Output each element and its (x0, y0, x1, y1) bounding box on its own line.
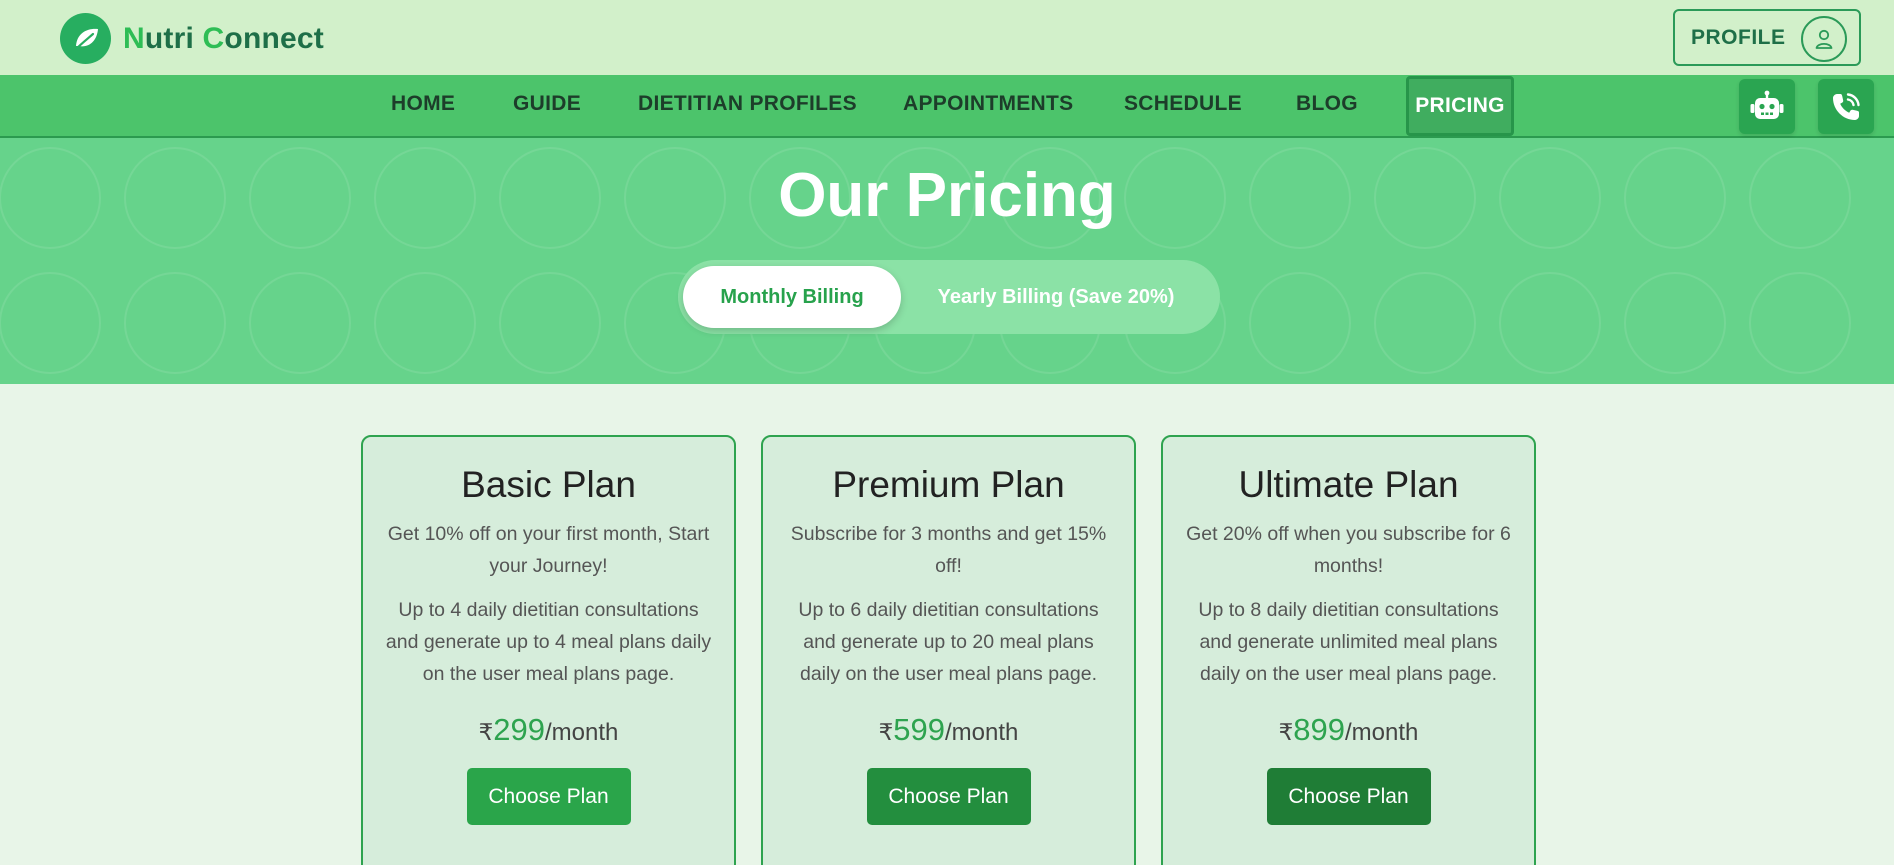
plan-promo: Get 20% off when you subscribe for 6 mon… (1186, 523, 1511, 577)
plan-name: Ultimate Plan (1238, 464, 1459, 505)
plan-promo: Subscribe for 3 months and get 15% off! (790, 523, 1107, 577)
pricing-hero: Our Pricing Monthly Billing Yearly Billi… (0, 138, 1894, 384)
nav-pricing[interactable]: PRICING (1406, 76, 1514, 136)
price-period: /month (545, 719, 619, 746)
currency-symbol: ₹ (1278, 719, 1294, 745)
user-icon (1801, 16, 1847, 62)
price-period: /month (1345, 719, 1419, 746)
monthly-billing-option[interactable]: Monthly Billing (683, 266, 901, 328)
leaf-icon (60, 13, 111, 64)
profile-label: PROFILE (1691, 25, 1786, 49)
brand-initial-n: N (123, 21, 145, 55)
nav-appointments[interactable]: APPOINTMENTS (903, 92, 1073, 116)
nav-dietitian-profiles[interactable]: DIETITIAN PROFILES (638, 92, 857, 116)
currency-symbol: ₹ (878, 719, 894, 745)
choose-plan-button[interactable]: Choose Plan (1266, 768, 1431, 825)
choose-plan-button[interactable]: Choose Plan (866, 768, 1031, 825)
profile-button[interactable]: PROFILE (1673, 9, 1861, 66)
nav-schedule[interactable]: SCHEDULE (1124, 92, 1242, 116)
price-amount: 299 (493, 712, 545, 747)
brand-word-1: utri (144, 21, 203, 55)
currency-symbol: ₹ (478, 719, 494, 745)
nav-home[interactable]: HOME (391, 92, 455, 116)
plan-card-basic: Basic Plan Get 10% off on your first mon… (361, 435, 736, 865)
plan-price: ₹599/month (763, 712, 1134, 748)
phone-call-icon (1833, 92, 1860, 120)
plan-price: ₹899/month (1163, 712, 1534, 748)
plan-card-ultimate: Ultimate Plan Get 20% off when you subsc… (1161, 435, 1536, 865)
nav-guide[interactable]: GUIDE (513, 92, 581, 116)
top-header: Nutri Connect PROFILE (0, 0, 1894, 75)
plan-details: Up to 8 daily dietitian consultations an… (1198, 599, 1499, 685)
brand-logo[interactable]: Nutri Connect (60, 13, 324, 64)
yearly-billing-option[interactable]: Yearly Billing (Save 20%) (906, 266, 1206, 328)
plan-name: Basic Plan (461, 464, 636, 505)
chatbot-button[interactable] (1739, 79, 1795, 134)
plan-name: Premium Plan (832, 464, 1065, 505)
main-nav: HOME GUIDE DIETITIAN PROFILES APPOINTMEN… (0, 75, 1894, 138)
plan-card-premium: Premium Plan Subscribe for 3 months and … (761, 435, 1136, 865)
plan-details: Up to 4 daily dietitian consultations an… (385, 599, 712, 685)
billing-toggle: Monthly Billing Yearly Billing (Save 20%… (678, 260, 1220, 334)
plan-promo: Get 10% off on your first month, Start y… (387, 523, 710, 577)
plan-price: ₹299/month (363, 712, 734, 748)
plan-details: Up to 6 daily dietitian consultations an… (798, 599, 1099, 685)
call-button[interactable] (1818, 79, 1874, 134)
robot-icon (1750, 90, 1784, 119)
brand-initial-c: C (202, 21, 225, 55)
price-amount: 899 (1293, 712, 1345, 747)
nav-blog[interactable]: BLOG (1296, 92, 1358, 116)
page-title: Our Pricing (778, 161, 1116, 230)
brand-name: Nutri Connect (123, 22, 324, 56)
price-amount: 599 (893, 712, 945, 747)
choose-plan-button[interactable]: Choose Plan (466, 768, 631, 825)
brand-word-2: onnect (224, 21, 324, 55)
price-period: /month (945, 719, 1019, 746)
